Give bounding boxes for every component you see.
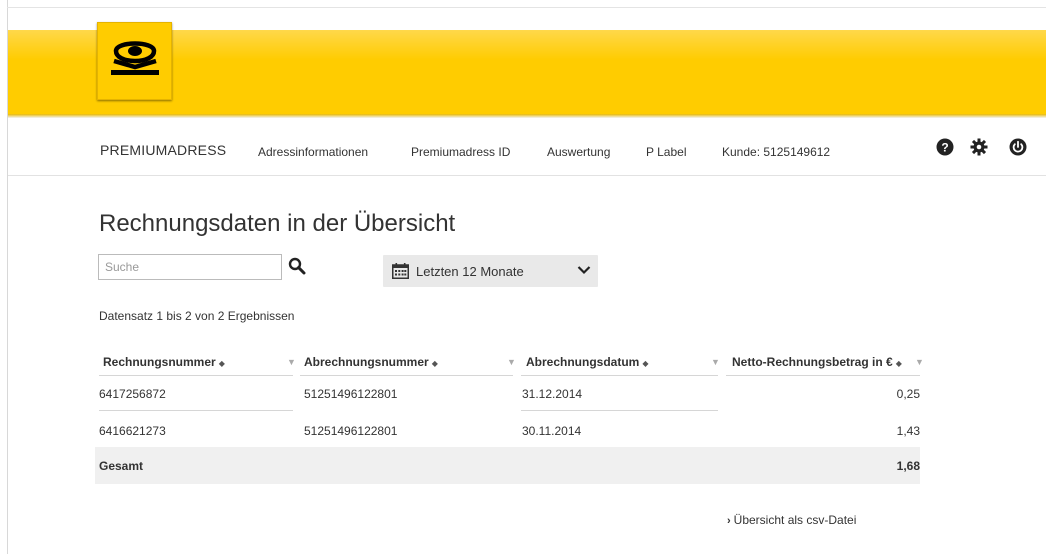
filter-icon[interactable]: ▼ — [507, 357, 516, 367]
period-select-dropdown[interactable]: Letzten 12 Monate — [383, 255, 598, 287]
frame-top-border — [7, 7, 1046, 8]
nav-link-premiumadress-id[interactable]: Premiumadress ID — [411, 145, 510, 159]
page-title: Rechnungsdaten in der Übersicht — [99, 210, 456, 237]
cell-rechnungsnummer: 6416621273 — [99, 424, 166, 438]
search-input[interactable] — [98, 254, 282, 280]
row-divider — [521, 410, 718, 411]
total-label: Gesamt — [99, 459, 144, 473]
column-header-label: Abrechnungsdatum — [526, 355, 640, 369]
sort-icon: ◆ — [218, 359, 225, 368]
column-header-abrechnungsdatum[interactable]: Abrechnungsdatum ◆ — [526, 355, 649, 369]
header-underline — [300, 375, 513, 376]
sort-icon: ◆ — [431, 359, 438, 368]
column-header-rechnungsnummer[interactable]: Rechnungsnummer ◆ — [103, 355, 225, 369]
filter-icon[interactable]: ▼ — [287, 357, 296, 367]
cell-abrechnungsdatum: 30.11.2014 — [522, 424, 582, 438]
cell-abrechnungsnummer: 51251496122801 — [304, 424, 398, 438]
sort-icon: ◆ — [642, 359, 649, 368]
sort-icon: ◆ — [895, 359, 902, 368]
csv-export-label: Übersicht als csv-Datei — [733, 513, 857, 527]
cell-abrechnungsnummer: 51251496122801 — [304, 387, 398, 401]
customer-number: Kunde: 5125149612 — [722, 145, 831, 159]
filter-icon[interactable]: ▼ — [711, 357, 720, 367]
csv-export-link[interactable]: › Übersicht als csv-Datei — [727, 513, 856, 527]
posthorn-icon — [111, 41, 159, 75]
top-navigation: PREMIUMADRESS Adressinformationen Premiu… — [8, 118, 1046, 176]
header-underline — [726, 375, 920, 376]
result-count-info: Datensatz 1 bis 2 von 2 Ergebnissen — [99, 309, 295, 323]
deutsche-post-logo[interactable] — [97, 22, 172, 100]
column-header-label: Netto-Rechnungsbetrag in € — [732, 355, 893, 369]
power-logout-icon[interactable] — [1009, 138, 1027, 156]
total-row — [95, 447, 920, 484]
cell-abrechnungsdatum: 31.12.2014 — [522, 387, 583, 401]
header-underline — [99, 375, 293, 376]
chevron-down-icon — [577, 266, 591, 275]
column-header-label: Rechnungsnummer — [103, 355, 216, 369]
period-select-value: Letzten 12 Monate — [416, 264, 524, 279]
svg-text:?: ? — [941, 141, 948, 155]
column-header-abrechnungsnummer[interactable]: Abrechnungsnummer ◆ — [304, 355, 438, 369]
nav-link-adressinformationen[interactable]: Adressinformationen — [258, 145, 368, 159]
help-icon[interactable]: ? — [936, 138, 954, 156]
column-header-label: Abrechnungsnummer — [304, 355, 429, 369]
total-value: 1,68 — [896, 459, 920, 473]
settings-gear-icon[interactable] — [970, 138, 988, 156]
cell-netto-betrag: 0,25 — [896, 387, 920, 401]
row-divider — [99, 410, 293, 411]
search-icon[interactable] — [288, 257, 306, 275]
header-underline — [521, 375, 718, 376]
nav-link-auswertung[interactable]: Auswertung — [547, 145, 610, 159]
filter-icon[interactable]: ▼ — [915, 357, 924, 367]
column-header-netto-betrag[interactable]: Netto-Rechnungsbetrag in € ◆ — [732, 355, 902, 369]
cell-netto-betrag: 1,43 — [896, 424, 920, 438]
calendar-icon — [392, 263, 409, 279]
chevron-right-icon: › — [727, 515, 731, 527]
cell-rechnungsnummer: 6417256872 — [99, 387, 166, 401]
nav-link-p-label[interactable]: P Label — [646, 145, 686, 159]
nav-brand-premiumadress[interactable]: PREMIUMADRESS — [100, 142, 226, 158]
